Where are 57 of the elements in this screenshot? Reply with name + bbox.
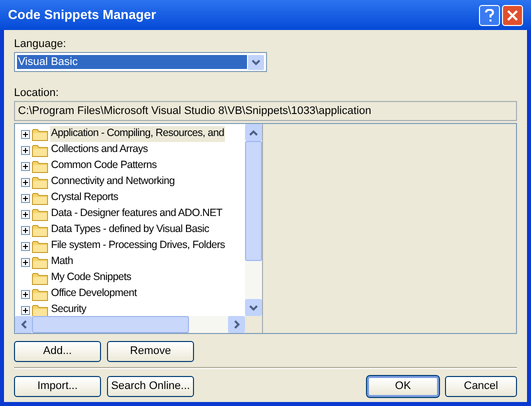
expand-icon[interactable] [21, 226, 30, 234]
expand-icon[interactable] [21, 242, 30, 250]
tree-item[interactable]: Crystal Reports [50, 190, 120, 206]
window-title: Code Snippets Manager [8, 6, 156, 24]
folder-icon [32, 304, 48, 316]
dialog-button[interactable]: Add... [14, 341, 101, 362]
tree-item[interactable]: Data Types - defined by Visual Basic [50, 222, 210, 238]
tree-item[interactable]: Data - Designer features and ADO.NET [50, 206, 224, 222]
expand-icon[interactable] [21, 178, 30, 186]
tree-item[interactable]: Office Development [50, 286, 138, 302]
dialog-button[interactable]: Import... [14, 376, 101, 397]
expand-icon[interactable] [21, 210, 30, 218]
scrollbar-corner [245, 316, 262, 333]
close-icon [507, 10, 518, 20]
location-label: Location: [14, 86, 60, 101]
language-dropdown[interactable]: Visual Basic [14, 52, 267, 72]
tree-item[interactable]: Collections and Arrays [50, 142, 149, 158]
close-button[interactable] [502, 4, 523, 26]
folder-icon [32, 208, 48, 220]
folder-icon [32, 240, 48, 252]
tree-item[interactable]: Security [50, 302, 88, 316]
ok-button[interactable]: OK [367, 376, 439, 397]
expand-icon[interactable] [21, 258, 30, 266]
folder-icon [32, 128, 48, 140]
scroll-left-icon [20, 320, 26, 329]
scroll-right-icon [234, 320, 240, 329]
help-icon [485, 8, 494, 22]
folder-icon [32, 192, 48, 204]
help-button[interactable] [479, 4, 500, 26]
tree-item[interactable]: File system - Processing Drives, Folders [50, 238, 226, 254]
folder-icon [32, 144, 48, 156]
tree-item[interactable]: Math [50, 254, 74, 270]
location-field[interactable]: C:\Program Files\Microsoft Visual Studio 8\VB\Snippets\1033\application [14, 101, 517, 121]
folder-icon [32, 160, 48, 172]
folder-icon [32, 256, 48, 268]
tree-item[interactable]: Common Code Patterns [50, 158, 158, 174]
expand-icon[interactable] [21, 162, 30, 170]
folder-icon [32, 224, 48, 236]
tree-item[interactable]: Application - Compiling, Resources, and [50, 126, 226, 142]
expand-icon[interactable] [21, 306, 30, 314]
vertical-scrollbar[interactable] [245, 124, 262, 316]
tree-item[interactable]: Connectivity and Networking [50, 174, 176, 190]
folder-icon [32, 272, 48, 284]
folder-icon [32, 176, 48, 188]
dialog-button[interactable]: Remove [107, 341, 194, 362]
folder-icon [32, 288, 48, 300]
tree-item[interactable]: My Code Snippets [50, 270, 132, 286]
scroll-up-icon [249, 130, 258, 136]
expand-icon[interactable] [21, 290, 30, 298]
dialog-button[interactable]: Cancel [445, 376, 517, 397]
expand-icon[interactable] [21, 194, 30, 202]
horizontal-scrollbar[interactable] [15, 316, 262, 333]
expand-icon[interactable] [21, 130, 30, 138]
scroll-down-icon [249, 304, 258, 310]
language-label: Language: [14, 37, 67, 52]
expand-icon[interactable] [21, 146, 30, 154]
dialog-button[interactable]: Search Online... [107, 376, 194, 397]
